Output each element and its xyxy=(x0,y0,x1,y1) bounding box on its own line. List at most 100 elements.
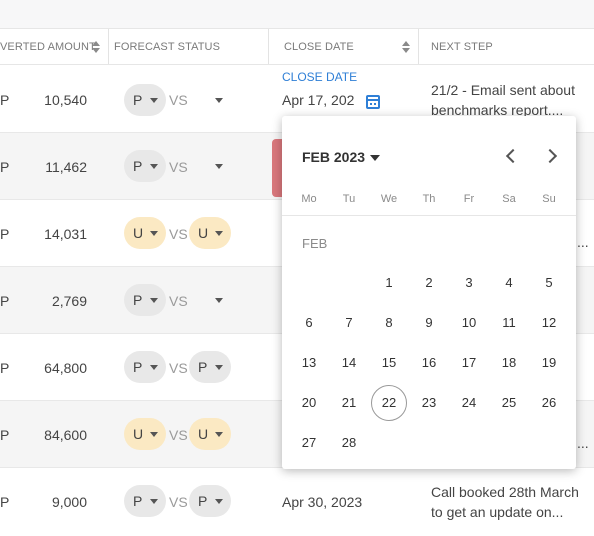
next-step-cell: Call booked 28th March to get an update … xyxy=(431,484,579,520)
calendar-day[interactable]: 25 xyxy=(491,385,527,421)
calendar-day[interactable]: 7 xyxy=(331,305,367,341)
forecast-right-value: P xyxy=(198,359,208,375)
chevron-down-icon xyxy=(215,298,223,303)
header-next-step[interactable]: NEXT STEP xyxy=(431,29,591,64)
calendar-day[interactable]: 2 xyxy=(411,265,447,301)
calendar-day[interactable]: 6 xyxy=(291,305,327,341)
month-year-selector[interactable]: FEB 2023 xyxy=(302,149,365,165)
overdue-flag xyxy=(272,139,282,197)
calendar-day[interactable]: 9 xyxy=(411,305,447,341)
calendar-day[interactable]: 16 xyxy=(411,345,447,381)
forecast-left-select[interactable]: U xyxy=(124,217,166,249)
calendar-day[interactable]: 3 xyxy=(451,265,487,301)
top-strip xyxy=(0,0,594,28)
calendar-day[interactable]: 13 xyxy=(291,345,327,381)
table-row[interactable]: P 9,000 P VS P Apr 30, 2023 Call booked … xyxy=(0,468,594,536)
calendar-day[interactable]: 20 xyxy=(291,385,327,421)
forecast-left-value: P xyxy=(133,292,143,308)
forecast-right-value: P xyxy=(198,493,208,509)
forecast-right-select[interactable] xyxy=(189,284,231,316)
chevron-down-icon[interactable] xyxy=(370,155,380,161)
column-divider[interactable] xyxy=(108,29,109,64)
next-step-cell: 21/2 - Email sent about benchmarks repor… xyxy=(431,82,575,118)
forecast-right-select[interactable] xyxy=(189,84,231,116)
calendar-day[interactable]: 26 xyxy=(531,385,567,421)
table-header: VERTED AMOUNT FORECAST STATUS CLOSE DATE… xyxy=(0,28,594,65)
amount-cell: 10,540 xyxy=(44,92,87,108)
sort-icon[interactable] xyxy=(92,40,100,54)
divider xyxy=(282,215,576,216)
forecast-left-value: P xyxy=(133,158,143,174)
close-date-field-label: CLOSE DATE xyxy=(282,70,358,84)
forecast-left-select[interactable]: P xyxy=(124,351,166,383)
header-forecast-status[interactable]: FORECAST STATUS xyxy=(114,29,268,64)
calendar-day[interactable]: 1 xyxy=(371,265,407,301)
calendar-day[interactable]: 19 xyxy=(531,345,567,381)
chevron-left-icon[interactable] xyxy=(503,148,519,164)
chevron-down-icon xyxy=(150,164,158,169)
chevron-down-icon xyxy=(150,298,158,303)
amount-cell: 84,600 xyxy=(44,427,87,443)
next-step-cell: ... xyxy=(577,435,589,451)
next-step-cell: ... xyxy=(577,234,589,250)
header-converted-amount-label: VERTED AMOUNT xyxy=(0,40,96,53)
chevron-down-icon xyxy=(215,98,223,103)
calendar-day[interactable]: 14 xyxy=(331,345,367,381)
chevron-right-icon[interactable] xyxy=(544,148,560,164)
calendar-day[interactable]: 17 xyxy=(451,345,487,381)
calendar-day[interactable]: 27 xyxy=(291,425,327,461)
chevron-down-icon xyxy=(215,365,223,370)
weekday-label: Th xyxy=(422,193,436,205)
calendar-day[interactable]: 15 xyxy=(371,345,407,381)
column-divider[interactable] xyxy=(268,29,269,64)
forecast-left-value: P xyxy=(133,92,143,108)
column-divider[interactable] xyxy=(418,29,419,64)
month-section-label: FEB xyxy=(302,236,328,251)
forecast-right-select[interactable] xyxy=(189,150,231,182)
calendar-day[interactable]: 23 xyxy=(411,385,447,421)
close-date-input[interactable]: Apr 17, 2023 xyxy=(282,92,354,108)
vs-label: VS xyxy=(169,360,188,376)
amount-cell: 14,031 xyxy=(44,226,87,242)
calendar-day[interactable]: 18 xyxy=(491,345,527,381)
calendar-day[interactable]: 12 xyxy=(531,305,567,341)
calendar-day[interactable]: 11 xyxy=(491,305,527,341)
forecast-right-select[interactable]: P xyxy=(189,485,231,517)
chevron-down-icon xyxy=(150,365,158,370)
forecast-right-value: U xyxy=(198,225,209,241)
calendar-day[interactable]: 28 xyxy=(331,425,367,461)
forecast-left-select[interactable]: P xyxy=(124,84,166,116)
header-forecast-status-label: FORECAST STATUS xyxy=(114,40,221,53)
chevron-down-icon xyxy=(150,231,158,236)
calendar-day-today[interactable]: 22 xyxy=(371,385,407,421)
forecast-left-value: U xyxy=(133,426,144,442)
calendar-day[interactable]: 21 xyxy=(331,385,367,421)
forecast-right-select[interactable]: U xyxy=(189,217,231,249)
forecast-left-select[interactable]: P xyxy=(124,485,166,517)
chevron-down-icon xyxy=(150,432,158,437)
amount-cell: 9,000 xyxy=(51,494,87,510)
calendar-day[interactable]: 5 xyxy=(531,265,567,301)
forecast-left-select[interactable]: P xyxy=(124,284,166,316)
chevron-down-icon xyxy=(215,231,223,236)
date-picker-popup: FEB 2023 Mo Tu We Th Fr Sa Su FEB 1 2 3 … xyxy=(282,116,576,469)
close-date-cell[interactable]: Apr 30, 2023 xyxy=(282,494,362,510)
forecast-left-select[interactable]: P xyxy=(124,150,166,182)
calendar-day[interactable]: 8 xyxy=(371,305,407,341)
calendar-day[interactable]: 24 xyxy=(451,385,487,421)
weekday-label: Sa xyxy=(502,193,516,205)
vs-label: VS xyxy=(169,159,188,175)
sort-icon[interactable] xyxy=(402,40,410,54)
calendar-day[interactable]: 10 xyxy=(451,305,487,341)
calendar-day[interactable]: 4 xyxy=(491,265,527,301)
weekday-label: We xyxy=(380,193,398,205)
forecast-left-select[interactable]: U xyxy=(124,418,166,450)
header-close-date[interactable]: CLOSE DATE xyxy=(284,29,418,64)
chevron-down-icon xyxy=(215,499,223,504)
weekday-label: Su xyxy=(542,193,556,205)
forecast-right-select[interactable]: P xyxy=(189,351,231,383)
forecast-right-select[interactable]: U xyxy=(189,418,231,450)
calendar-icon[interactable] xyxy=(366,95,380,109)
header-next-step-label: NEXT STEP xyxy=(431,40,493,53)
vs-label: VS xyxy=(169,226,188,242)
